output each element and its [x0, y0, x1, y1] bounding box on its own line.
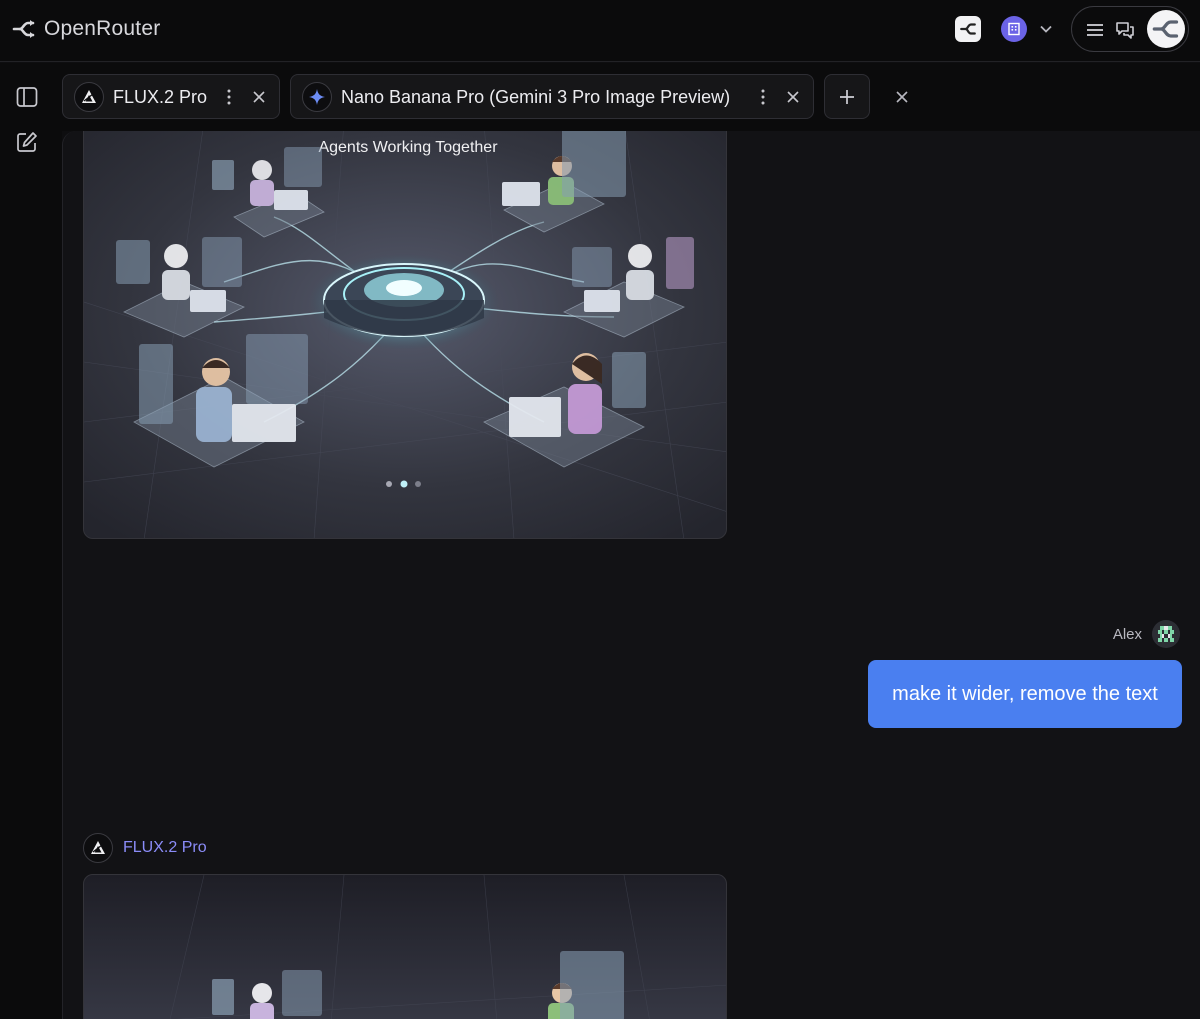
close-icon: [787, 91, 799, 103]
close-icon: [896, 91, 908, 103]
close-all-tabs-button[interactable]: [890, 85, 914, 109]
close-icon: [253, 91, 265, 103]
left-rail: [0, 63, 62, 1019]
avatar[interactable]: [1147, 10, 1185, 48]
brand-name: OpenRouter: [44, 17, 161, 40]
brand-link[interactable]: OpenRouter: [12, 14, 160, 44]
user-message-text: make it wider, remove the text: [892, 682, 1158, 705]
organization-button[interactable]: [1001, 16, 1027, 42]
new-chat-button[interactable]: [14, 129, 40, 155]
sidebar-toggle-icon: [16, 87, 38, 107]
plus-icon: [840, 89, 854, 104]
chevron-down-icon: [1040, 25, 1052, 33]
organization-dropdown[interactable]: [1036, 18, 1056, 40]
tab-more-button[interactable]: [219, 86, 239, 108]
chat-icon[interactable]: [1114, 19, 1136, 41]
generated-image[interactable]: [83, 874, 727, 1019]
menu-icon[interactable]: [1084, 19, 1106, 41]
openrouter-avatar-icon: [1152, 20, 1179, 38]
carousel-dot[interactable]: [415, 481, 421, 487]
pixel-avatar-icon: [1152, 620, 1180, 648]
chat-area: Agents Working Together Alex make it wid…: [62, 131, 1200, 1019]
add-model-button[interactable]: [824, 74, 870, 119]
user-avatar: [1152, 620, 1180, 648]
openrouter-logo-icon: [12, 20, 35, 38]
image-caption: Agents Working Together: [318, 139, 498, 156]
tab-label: FLUX.2 Pro: [113, 87, 208, 107]
tab-close-button[interactable]: [783, 86, 803, 108]
more-vertical-icon: [761, 89, 765, 105]
apps-button[interactable]: [955, 16, 981, 42]
user-message-bubble: make it wider, remove the text: [868, 660, 1182, 728]
user-message-header: Alex: [1113, 620, 1180, 648]
generated-image[interactable]: Agents Working Together: [83, 131, 727, 539]
sidebar-toggle-button[interactable]: [14, 84, 40, 110]
more-vertical-icon: [227, 89, 231, 105]
generated-image-illustration: [84, 875, 726, 1019]
gemini-sparkle-icon: [302, 82, 332, 112]
carousel-dot-active[interactable]: [400, 480, 408, 488]
tab-nano-banana-pro[interactable]: Nano Banana Pro (Gemini 3 Pro Image Prev…: [290, 74, 814, 119]
apps-icon: [960, 23, 976, 35]
top-bar: OpenRouter: [0, 0, 1200, 62]
account-menu[interactable]: [1071, 6, 1189, 52]
tab-close-button[interactable]: [249, 86, 269, 108]
tab-label: Nano Banana Pro (Gemini 3 Pro Image Prev…: [341, 87, 731, 107]
tab-more-button[interactable]: [753, 86, 773, 108]
model-tabs: FLUX.2 Pro Nano Banana Pro (Gemini 3 Pro…: [62, 63, 1200, 131]
generated-image-illustration: Agents Working Together: [84, 131, 726, 538]
new-chat-icon: [17, 132, 37, 152]
reply-header: FLUX.2 Pro: [83, 833, 207, 863]
user-name: Alex: [1112, 625, 1142, 643]
tab-flux-2-pro[interactable]: FLUX.2 Pro: [62, 74, 280, 119]
flux-logo-icon: [74, 82, 104, 112]
flux-logo-icon: [83, 833, 113, 863]
reply-model-name[interactable]: FLUX.2 Pro: [123, 839, 207, 857]
organization-icon: [1008, 22, 1020, 36]
carousel-dot[interactable]: [386, 481, 392, 487]
